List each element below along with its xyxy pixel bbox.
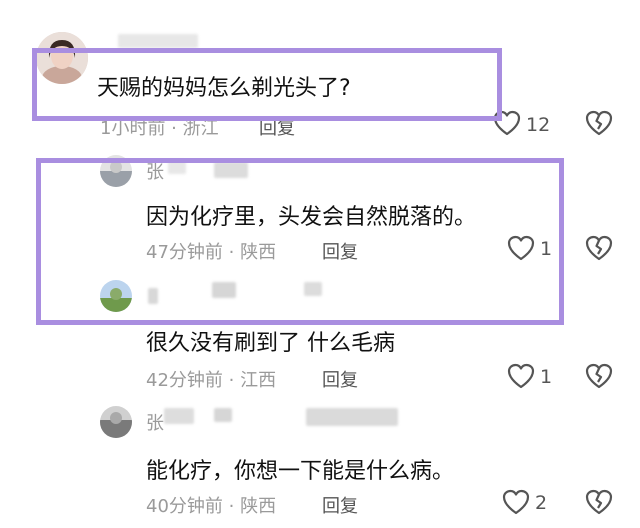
like-button[interactable] (502, 489, 532, 517)
avatar[interactable] (100, 406, 132, 438)
dislike-button[interactable] (585, 235, 615, 263)
username-obscured (214, 408, 232, 422)
comment-text: 很久没有刷到了 什么毛病 (146, 331, 395, 356)
heart-icon (507, 363, 537, 389)
dislike-button[interactable] (585, 110, 615, 138)
comment-location: 陕西 (240, 496, 277, 517)
comment-location: 浙江 (182, 118, 219, 139)
comment-meta: 40分钟前 · 陕西 (146, 496, 277, 517)
broken-heart-icon (585, 110, 615, 136)
username-obscured (306, 408, 398, 426)
like-count: 12 (526, 114, 551, 136)
username-obscured[interactable] (118, 34, 198, 48)
like-button[interactable] (507, 363, 537, 391)
broken-heart-icon (585, 489, 615, 515)
comment-location: 江西 (240, 370, 277, 391)
reply-button[interactable]: 回复 (322, 492, 358, 518)
broken-heart-icon (585, 363, 615, 389)
username-obscured (164, 408, 194, 424)
highlight-box (32, 48, 502, 121)
highlight-box (36, 158, 564, 325)
broken-heart-icon (585, 235, 615, 261)
like-count: 1 (540, 366, 553, 388)
comment-meta: 42分钟前 · 江西 (146, 370, 277, 391)
comment-text: 能化疗，你想一下能是什么病。 (146, 459, 455, 484)
dislike-button[interactable] (585, 489, 615, 517)
comment-time: 40分钟前 (146, 496, 223, 517)
comment-time: 42分钟前 (146, 370, 223, 391)
reply-button[interactable]: 回复 (322, 366, 358, 392)
comment-time: 1小时前 (100, 118, 166, 139)
heart-icon (502, 489, 532, 515)
username[interactable]: 张 (146, 409, 164, 435)
like-count: 2 (535, 492, 548, 514)
dislike-button[interactable] (585, 363, 615, 391)
